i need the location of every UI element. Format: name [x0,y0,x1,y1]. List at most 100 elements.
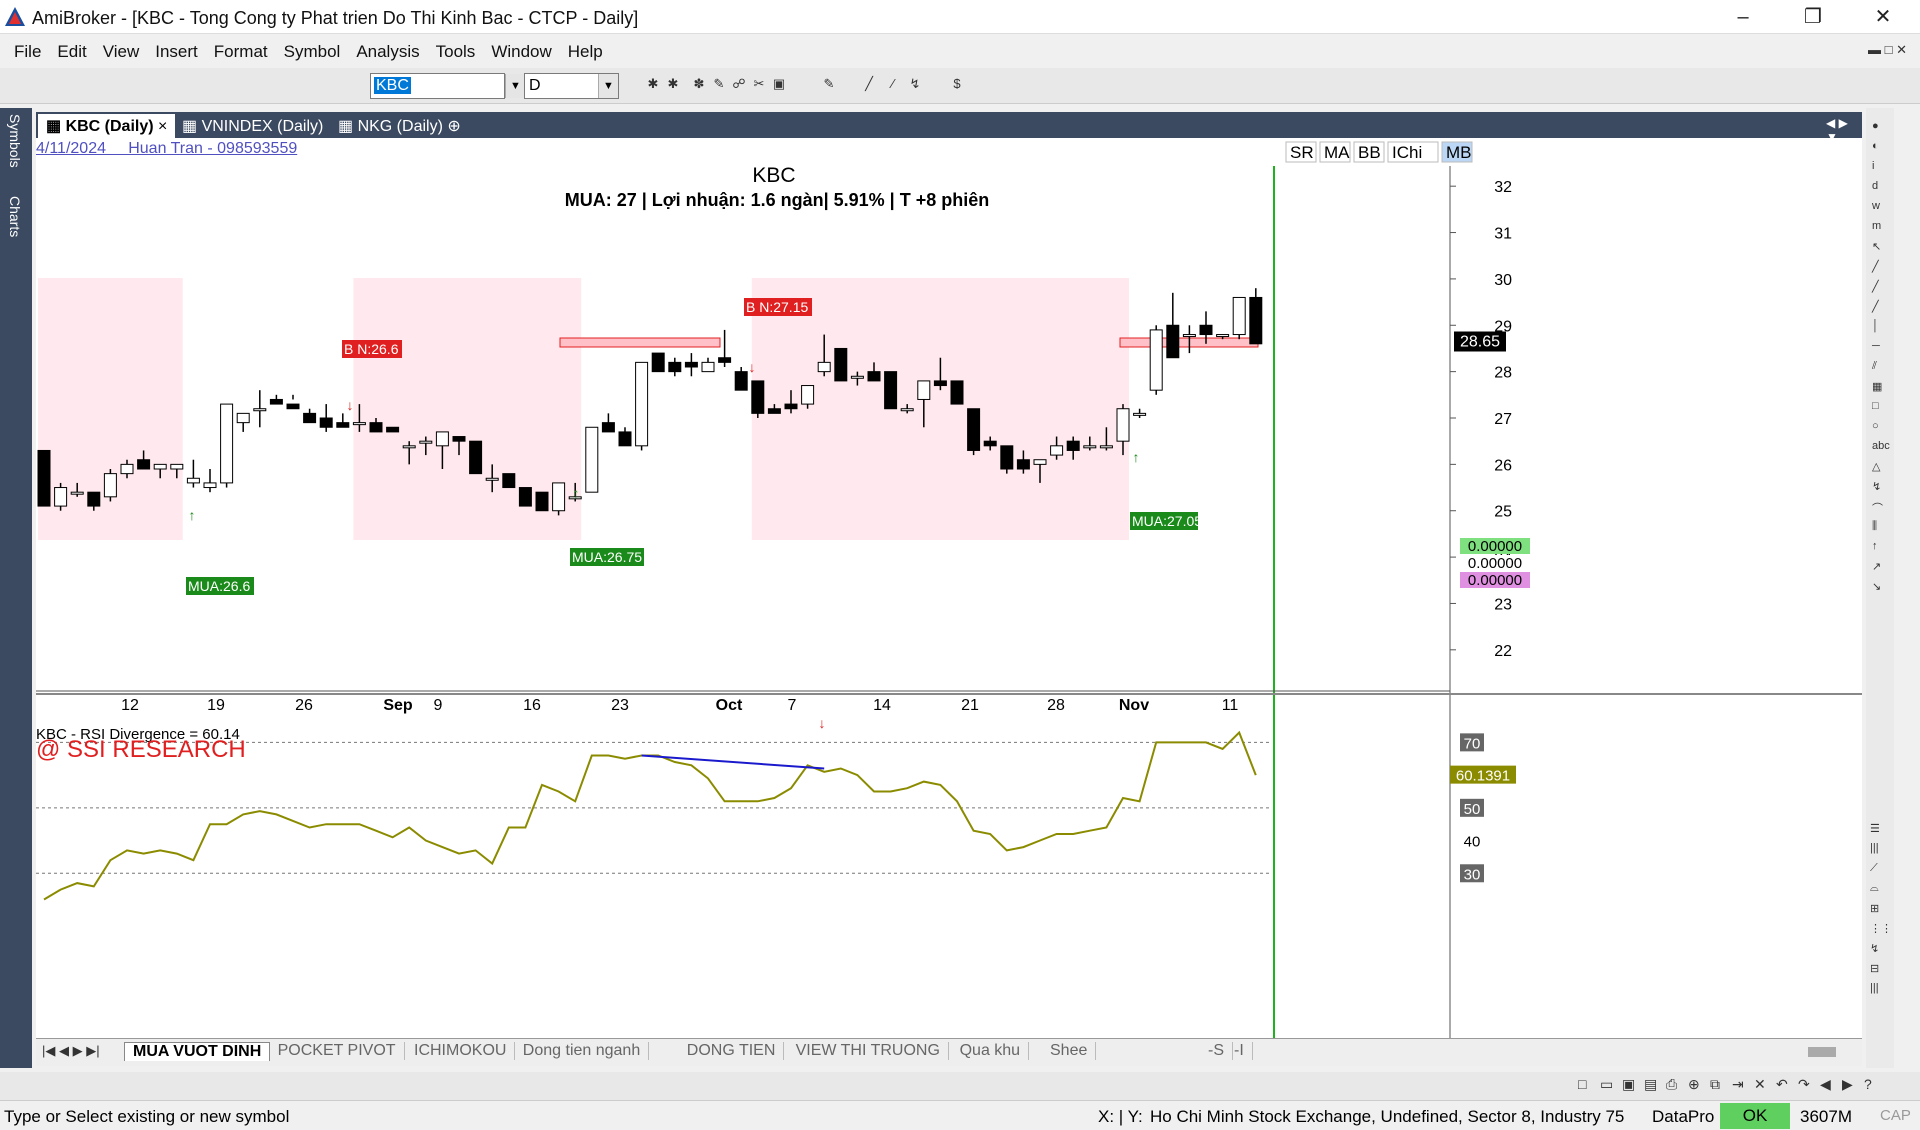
brush-tool-icon[interactable]: ↯ [906,74,924,94]
sheet-tab-3[interactable]: Dong tien nganh [515,1042,650,1060]
gear-tool-icon[interactable]: ✱ [664,74,682,94]
pin-icon[interactable]: ⊕ [447,118,460,135]
gear-tool-icon[interactable]: ✽ [690,74,708,94]
sheet-tab-6[interactable]: Qua khu [952,1042,1030,1060]
bottom-tool-5-icon[interactable]: ⊕ [1688,1076,1700,1093]
bottom-tool-2-icon[interactable]: ▣ [1622,1076,1635,1093]
draw-tool-10-icon[interactable]: │ [1872,320,1879,332]
draw-tool-13-icon[interactable]: ▦ [1872,380,1882,393]
draw-tool-15-icon[interactable]: ○ [1872,420,1879,432]
buy-sell-tool-icon[interactable]: $ [948,74,966,94]
gear-tool-icon[interactable]: ▣ [770,74,788,94]
gear-tool-icon[interactable]: ✎ [710,74,728,94]
bottom-tool-6-icon[interactable]: ⧉ [1710,1076,1720,1093]
charts-panel-tab[interactable]: Charts [7,196,23,237]
draw-tool-12-icon[interactable]: ⫽ [1872,360,1877,373]
sell-arrow-icon: ↓ [819,715,826,731]
draw-tool-6-icon[interactable]: ↖ [1872,240,1881,253]
draw-tool-23-icon[interactable]: ↘ [1872,580,1881,593]
sheet-tab-5[interactable]: VIEW THI TRUONG [788,1042,949,1060]
pen-tool-icon[interactable]: ✎ [820,74,838,94]
bottom-tool-11-icon[interactable]: ◀ [1820,1076,1831,1093]
sheet-tab-7[interactable]: Shee [1042,1042,1097,1060]
draw-tool-18-icon[interactable]: ↯ [1872,480,1881,493]
draw-tool-14-icon[interactable]: □ [1872,400,1879,412]
sheet-tab-1[interactable]: POCKET PIVOT [270,1042,405,1060]
sheet-tab-2[interactable]: ICHIMOKOU [406,1042,516,1060]
menu-tools[interactable]: Tools [433,40,479,64]
draw-tool-16-icon[interactable]: abc [1872,440,1890,452]
draw-tool-22-icon[interactable]: ↗ [1872,560,1881,573]
indicator-tool-8-icon[interactable]: ||| [1870,982,1879,994]
draw-tool-7-icon[interactable]: ╱ [1872,260,1879,273]
tab-vnindex-daily[interactable]: ▦ VNINDEX (Daily) [174,114,331,138]
indicator-tool-7-icon[interactable]: ⊟ [1870,962,1879,975]
draw-tool-9-icon[interactable]: ╱ [1872,300,1879,313]
menu-analysis[interactable]: Analysis [353,40,422,64]
draw-tool-0-icon[interactable]: ● [1872,120,1879,132]
menu-file[interactable]: File [11,40,44,64]
header-link[interactable]: 4/11/2024 Huan Tran - 098593559 [36,140,297,158]
draw-tool-4-icon[interactable]: w [1872,200,1880,212]
indicator-tool-4-icon[interactable]: ⊞ [1870,902,1879,915]
sheet-tab-4[interactable]: DONG TIEN [679,1042,785,1060]
tab-nkg-daily[interactable]: ▦ NKG (Daily) ⊕ [330,114,469,138]
bottom-tool-10-icon[interactable]: ↷ [1798,1076,1810,1093]
close-button[interactable]: ✕ [1860,4,1906,30]
maximize-button[interactable]: ❐ [1790,4,1836,30]
horizontal-scrollbar[interactable] [1808,1047,1836,1057]
menu-view[interactable]: View [100,40,143,64]
sheet-extra-1[interactable]: -I [1226,1042,1253,1060]
line-tool-icon[interactable]: ⁄ [884,74,902,94]
candle-body [303,412,317,424]
bottom-tool-1-icon[interactable]: ▭ [1600,1076,1613,1093]
indicator-tool-6-icon[interactable]: ↯ [1870,942,1879,955]
interval-dropdown-icon[interactable]: ▼ [598,74,618,98]
draw-tool-21-icon[interactable]: ↑ [1872,540,1878,552]
draw-tool-8-icon[interactable]: ╱ [1872,280,1879,293]
bottom-tool-8-icon[interactable]: ✕ [1754,1076,1766,1093]
menu-help[interactable]: Help [565,40,606,64]
menu-symbol[interactable]: Symbol [281,40,344,64]
sheet-tab-0[interactable]: MUA VUOT DINH [124,1042,271,1061]
draw-tool-2-icon[interactable]: i [1872,160,1874,172]
indicator-tool-2-icon[interactable]: ⟋ [1870,862,1878,875]
indicator-tool-1-icon[interactable]: ||| [1870,842,1879,854]
menu-format[interactable]: Format [211,40,271,64]
mdi-controls-icon[interactable]: ▬ □ ✕ [1868,42,1907,58]
symbol-dropdown-icon[interactable]: ▼ [505,74,525,98]
menu-edit[interactable]: Edit [54,40,89,64]
gear-tool-icon[interactable]: ☍ [730,74,748,94]
bottom-tool-9-icon[interactable]: ↶ [1776,1076,1788,1093]
bottom-tool-3-icon[interactable]: ▤ [1644,1076,1657,1093]
chart-pane[interactable]: KBC MUA: 27 | Lợi nhuận: 1.6 ngàn| 5.91% … [36,138,1862,1066]
sheet-nav-icon[interactable]: |◀ ◀ ▶ ▶| [42,1043,100,1059]
minimize-button[interactable]: – [1720,4,1766,30]
draw-tool-3-icon[interactable]: d [1872,180,1878,192]
draw-tool-20-icon[interactable]: ⫼ [1872,520,1877,533]
buy-label: MUA:27.05 [1132,513,1202,529]
indicator-tool-3-icon[interactable]: ⌓ [1870,882,1879,895]
pencil-tool-icon[interactable]: ╱ [860,74,878,94]
symbol-input[interactable]: KBC [370,73,505,99]
draw-tool-17-icon[interactable]: △ [1872,460,1880,473]
draw-tool-5-icon[interactable]: m [1872,220,1881,232]
bottom-tool-7-icon[interactable]: ⇥ [1732,1076,1744,1093]
tab-kbc-daily[interactable]: ▦ KBC (Daily) × [38,114,176,138]
gear-tool-icon[interactable]: ✱ [644,74,662,94]
bottom-tool-0-icon[interactable]: □ [1578,1076,1586,1092]
bottom-tool-13-icon[interactable]: ? [1864,1076,1872,1092]
gear-tool-icon[interactable]: ✂ [750,74,768,94]
close-tab-icon[interactable]: × [158,118,167,135]
indicator-tool-5-icon[interactable]: ⋮⋮ [1870,922,1892,935]
draw-tool-11-icon[interactable]: ─ [1872,340,1880,352]
bottom-tool-12-icon[interactable]: ▶ [1842,1076,1853,1093]
draw-tool-1-icon[interactable]: ◐ [1872,140,1879,152]
indicator-tool-0-icon[interactable]: ☰ [1870,822,1880,835]
candle-body [1016,459,1030,470]
draw-tool-19-icon[interactable]: ⌒ [1872,500,1883,516]
bottom-tool-4-icon[interactable]: ⎙ [1666,1076,1677,1093]
symbols-panel-tab[interactable]: Symbols [7,114,23,168]
menu-window[interactable]: Window [488,40,554,64]
menu-insert[interactable]: Insert [152,40,201,64]
